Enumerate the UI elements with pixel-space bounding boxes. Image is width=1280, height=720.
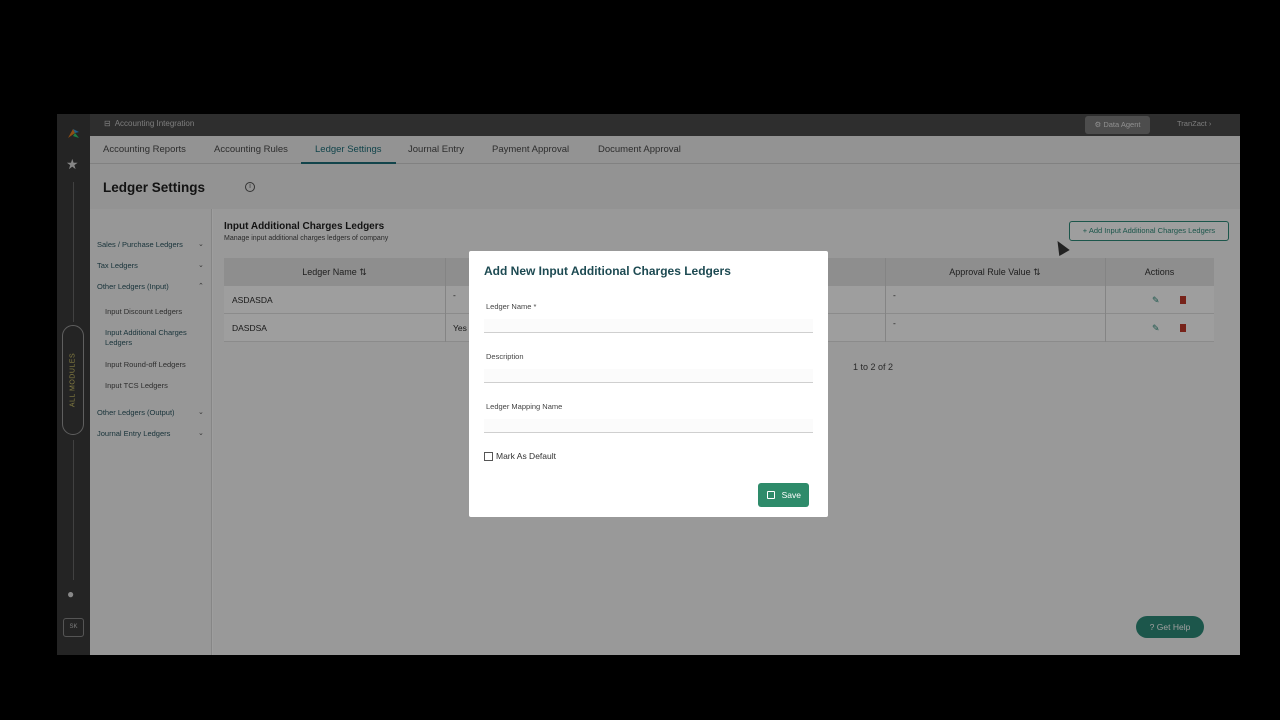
add-ledger-modal: Add New Input Additional Charges Ledgers… <box>469 251 828 517</box>
modal-close-button[interactable]: × <box>0 0 1280 18</box>
ledger-mapping-label: Ledger Mapping Name <box>486 402 563 411</box>
ledger-name-input[interactable] <box>484 319 813 333</box>
mark-default-label[interactable]: Mark As Default <box>496 451 556 461</box>
mark-default-checkbox[interactable] <box>484 452 493 461</box>
save-icon <box>767 491 775 499</box>
description-input[interactable] <box>484 369 813 383</box>
ledger-name-label: Ledger Name * <box>486 302 537 311</box>
ledger-mapping-input[interactable] <box>484 419 813 433</box>
save-button[interactable]: Save <box>758 483 809 507</box>
description-label: Description <box>486 352 524 361</box>
modal-title: Add New Input Additional Charges Ledgers <box>484 264 731 278</box>
